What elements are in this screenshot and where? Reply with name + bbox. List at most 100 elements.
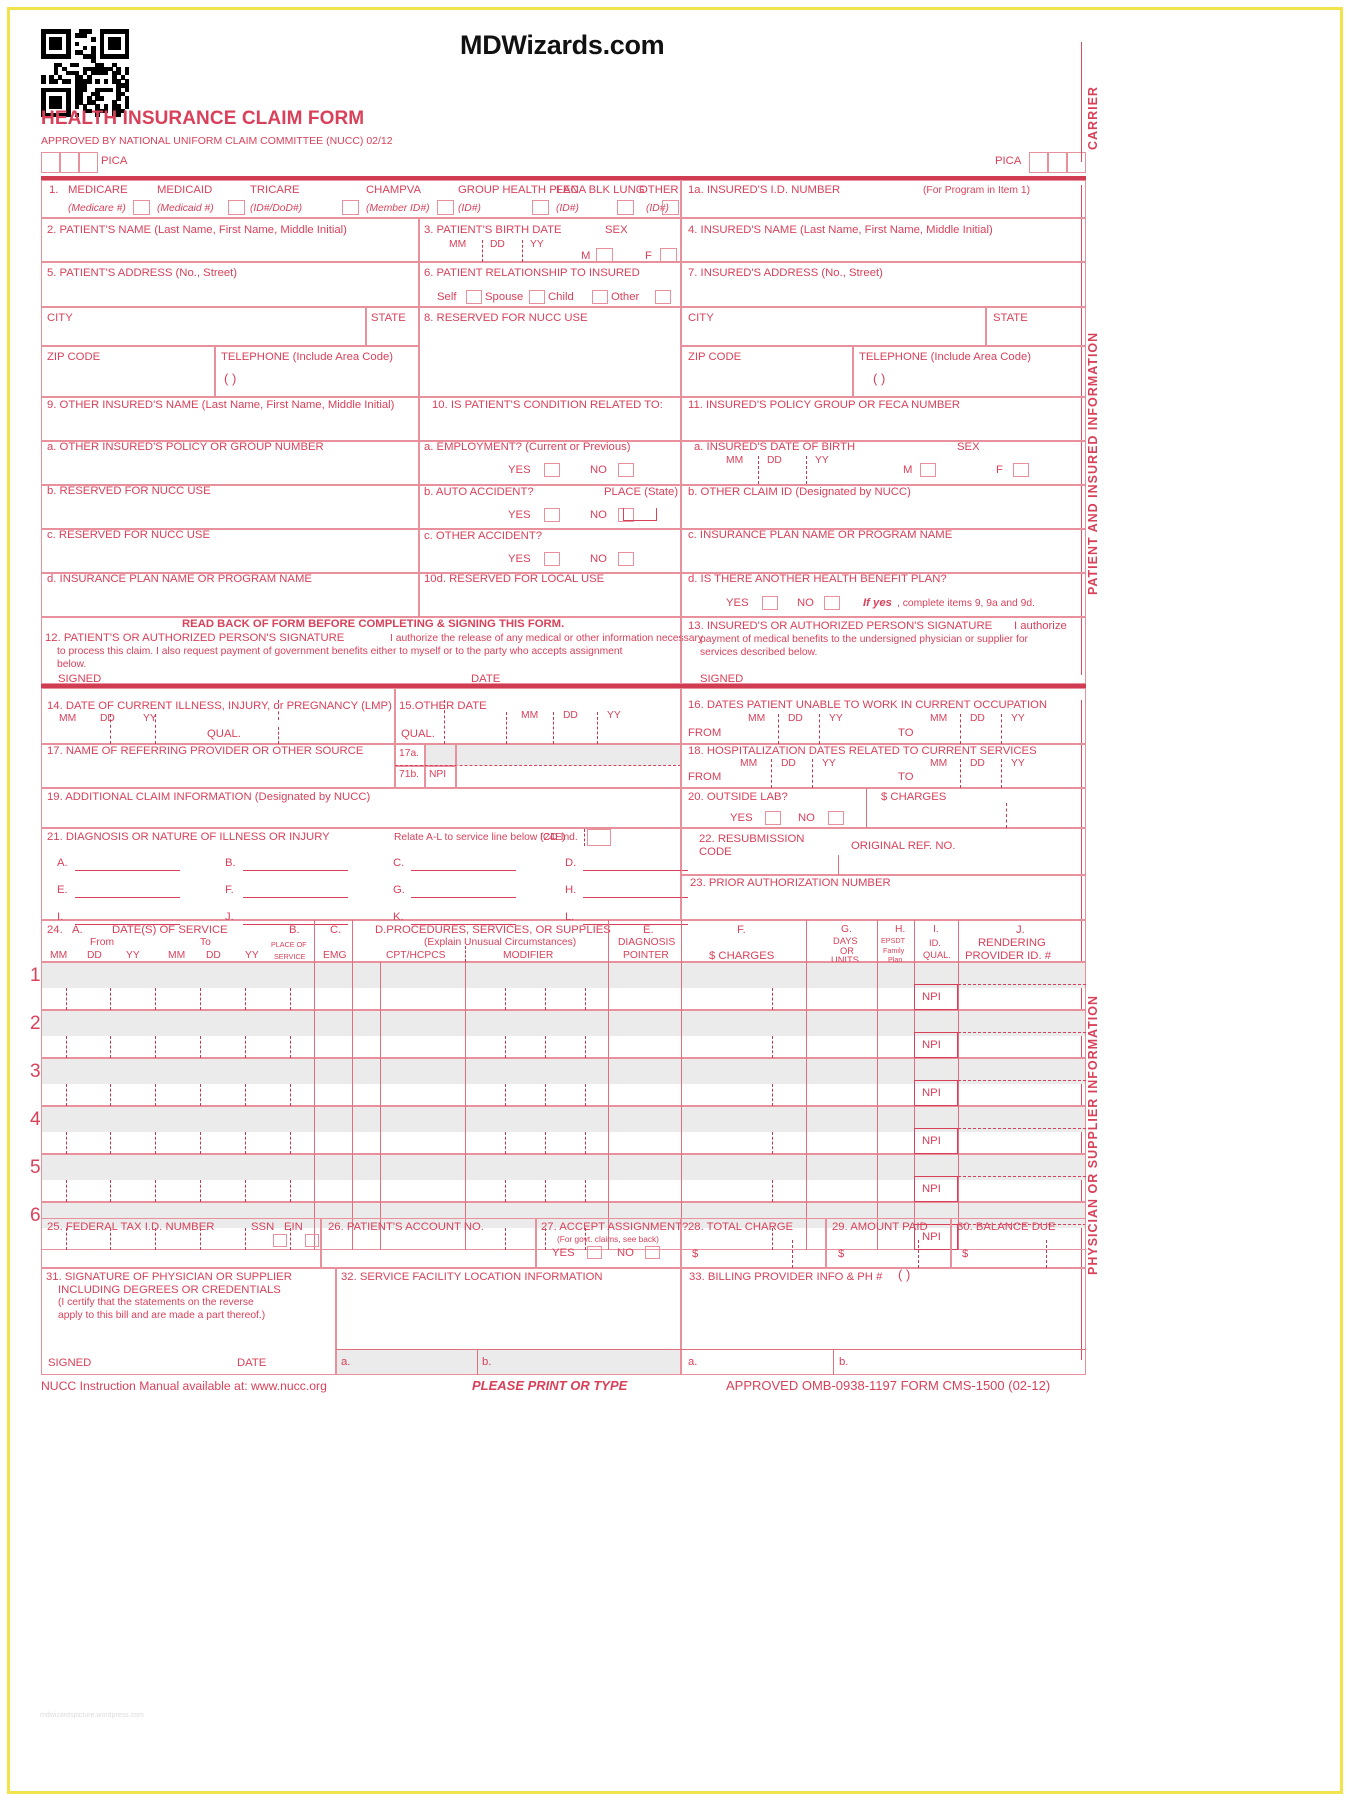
- item21-line-f[interactable]: [243, 882, 348, 898]
- service-line-mod-tick: [505, 1084, 506, 1106]
- item6-checkbox-other[interactable]: [655, 290, 671, 304]
- item3-checkbox-male[interactable]: [596, 248, 613, 263]
- service-line-tick: [110, 1132, 111, 1154]
- item10c-checkbox-no[interactable]: [618, 552, 634, 566]
- item11a-checkbox-female[interactable]: [1013, 463, 1029, 477]
- item1-checkbox-other[interactable]: [662, 200, 679, 215]
- item29-cents-divider: [918, 1240, 919, 1268]
- item10d-label: 10d. RESERVED FOR LOCAL USE: [424, 573, 605, 585]
- item11a-divider-1: [758, 456, 759, 484]
- item24-d-mod: MODIFIER: [503, 950, 554, 961]
- item20-checkbox-yes[interactable]: [765, 811, 781, 825]
- service-line-tick: [110, 988, 111, 1010]
- page-title: HEALTH INSURANCE CLAIM FORM: [41, 108, 365, 129]
- item18-from-div2: [812, 759, 813, 788]
- item4-label: 4. INSURED'S NAME (Last Name, First Name…: [688, 224, 993, 236]
- item33-box[interactable]: [681, 1268, 1086, 1375]
- item28-label: 28. TOTAL CHARGE: [688, 1221, 794, 1233]
- item3-checkbox-female[interactable]: [660, 248, 677, 263]
- item24-col-dd-from: DD: [87, 950, 102, 961]
- item24-col-div-e: [608, 920, 609, 962]
- item10b-checkbox-yes[interactable]: [544, 508, 560, 522]
- item25-checkbox-ssn[interactable]: [273, 1234, 287, 1247]
- item1-checkbox-feca[interactable]: [617, 200, 634, 215]
- item1-checkbox-tricare[interactable]: [342, 200, 359, 215]
- item1-checkbox-medicare[interactable]: [133, 200, 150, 215]
- service-line-col-divider: [352, 1010, 353, 1058]
- item1-option-tricare: TRICARE: [250, 184, 300, 196]
- item16-box[interactable]: [681, 688, 1086, 744]
- item16-from-label: FROM: [688, 727, 722, 739]
- item5-city-box[interactable]: [41, 307, 366, 346]
- item7-city-box[interactable]: [681, 307, 986, 346]
- item21-line-d[interactable]: [583, 855, 688, 871]
- item6-checkbox-self[interactable]: [466, 290, 482, 304]
- item20-no: NO: [798, 812, 815, 824]
- item10c-checkbox-yes[interactable]: [544, 552, 560, 566]
- item5-telephone-label: TELEPHONE (Include Area Code): [221, 351, 394, 363]
- item21-line-b[interactable]: [243, 855, 348, 871]
- pica-box-right-1[interactable]: [1029, 152, 1048, 173]
- item10b-state-field[interactable]: [623, 508, 657, 521]
- service-line-mod-tick: [585, 1180, 586, 1202]
- service-line-col-divider: [806, 1106, 807, 1154]
- item33a-label: a.: [688, 1356, 698, 1368]
- item17a-qual-cell[interactable]: [425, 744, 456, 766]
- item24-i-l1: ID.: [929, 938, 941, 948]
- item18-to-mm: MM: [930, 758, 948, 769]
- item6-checkbox-spouse[interactable]: [529, 290, 545, 304]
- service-line-col-divider: [806, 1058, 807, 1106]
- item24-col-dd-to: DD: [206, 950, 221, 961]
- pica-box-left-2[interactable]: [60, 152, 79, 173]
- pica-box-right-2[interactable]: [1048, 152, 1067, 173]
- item21-line-e[interactable]: [75, 882, 180, 898]
- item20-checkbox-no[interactable]: [828, 811, 844, 825]
- item1-option-medicare: MEDICARE: [68, 184, 128, 196]
- item6-checkbox-child[interactable]: [592, 290, 608, 304]
- item27-checkbox-no[interactable]: [645, 1246, 660, 1259]
- item30-label: 30. BALANCE DUE: [957, 1221, 1056, 1233]
- item1-checkbox-champva[interactable]: [437, 200, 454, 215]
- pica-box-left-1[interactable]: [41, 152, 60, 173]
- item7-label: 7. INSURED'S ADDRESS (No., Street): [688, 267, 883, 279]
- item3-divider-2: [522, 240, 523, 262]
- item31-l2: INCLUDING DEGREES OR CREDENTIALS: [58, 1284, 281, 1296]
- item24-i-l2: QUAL.: [923, 950, 951, 960]
- item21-letter-g: G.: [393, 884, 405, 896]
- item10-label: 10. IS PATIENT'S CONDITION RELATED TO:: [432, 399, 663, 411]
- item25-checkbox-ein[interactable]: [305, 1234, 319, 1247]
- item21-line-h[interactable]: [583, 882, 688, 898]
- service-line-mod-tick: [545, 1132, 546, 1154]
- item21-icd-label: ICD Ind.: [540, 832, 578, 843]
- item10a-checkbox-yes[interactable]: [544, 463, 560, 477]
- item21-icd-field[interactable]: [587, 829, 611, 846]
- item27-sub: (For govt. claims, see back): [557, 1234, 659, 1244]
- item17-id-field[interactable]: [456, 744, 681, 788]
- item12-line2: to process this claim. I also request pa…: [57, 646, 623, 657]
- item13-signed-label: SIGNED: [700, 673, 744, 685]
- item21-line-c[interactable]: [411, 855, 516, 871]
- item11d-checkbox-no[interactable]: [824, 596, 840, 610]
- service-line-npi-label-1: NPI: [922, 991, 941, 1003]
- service-line-col-divider: [352, 962, 353, 1010]
- pica-box-left-3[interactable]: [79, 152, 98, 173]
- item11a-checkbox-male[interactable]: [920, 463, 936, 477]
- item26-label: 26. PATIENT'S ACCOUNT NO.: [328, 1221, 484, 1233]
- item27-checkbox-yes[interactable]: [587, 1246, 602, 1259]
- item21-line-g[interactable]: [411, 882, 516, 898]
- item31-signed-label: SIGNED: [48, 1357, 92, 1369]
- item10a-checkbox-no[interactable]: [618, 463, 634, 477]
- item3-dd: DD: [490, 239, 505, 250]
- service-line-col-divider: [608, 1058, 609, 1106]
- service-line-cents-tick: [772, 1036, 773, 1058]
- service-line-npi-dash: [958, 1080, 1086, 1081]
- item1-checkbox-group[interactable]: [532, 200, 549, 215]
- pica-box-right-3[interactable]: [1067, 152, 1086, 173]
- item21-line-a[interactable]: [75, 855, 180, 871]
- item11d-checkbox-yes[interactable]: [762, 596, 778, 610]
- service-line-col-divider: [958, 1010, 959, 1058]
- item1-checkbox-medicaid[interactable]: [228, 200, 245, 215]
- item12-line3: below.: [57, 659, 87, 670]
- item10a-no: NO: [590, 464, 607, 476]
- service-line-tick: [110, 1084, 111, 1106]
